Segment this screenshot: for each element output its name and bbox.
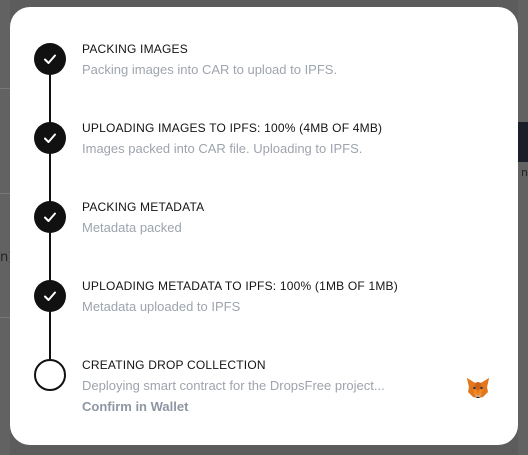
pending-circle-icon	[34, 359, 66, 391]
step-title: PACKING IMAGES	[82, 42, 188, 56]
confirm-in-wallet-label: Confirm in Wallet	[82, 399, 189, 414]
step-title: CREATING DROP COLLECTION	[82, 358, 266, 372]
background-page-left	[0, 0, 10, 455]
step-subtitle: Images packed into CAR file. Uploading t…	[82, 141, 363, 156]
step-subtitle: Packing images into CAR to upload to IPF…	[82, 62, 338, 77]
background-divider	[0, 317, 10, 318]
check-circle-icon	[34, 280, 66, 312]
background-divider	[0, 88, 10, 89]
step-subtitle: Deploying smart contract for the DropsFr…	[82, 378, 385, 393]
progress-modal: PACKING IMAGES Packing images into CAR t…	[10, 7, 518, 445]
check-circle-icon	[34, 201, 66, 233]
step-title: UPLOADING METADATA TO IPFS: 100% (1MB OF…	[82, 279, 398, 293]
step-subtitle: Metadata packed	[82, 220, 182, 235]
check-circle-icon	[34, 43, 66, 75]
metamask-fox-icon	[467, 378, 489, 398]
background-dark-button	[518, 122, 528, 162]
background-page-right	[518, 0, 528, 455]
background-divider	[0, 193, 10, 194]
check-circle-icon	[34, 122, 66, 154]
step-subtitle: Metadata uploaded to IPFS	[82, 299, 241, 314]
step-title: PACKING METADATA	[82, 200, 205, 214]
step-title: UPLOADING IMAGES TO IPFS: 100% (4MB OF 4…	[82, 121, 383, 135]
background-text: n	[521, 166, 528, 179]
